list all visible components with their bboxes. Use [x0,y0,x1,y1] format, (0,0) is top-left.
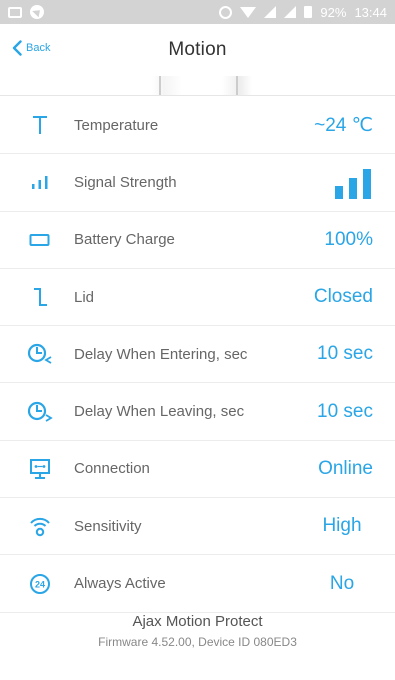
row-signal-strength: Signal Strength [0,154,395,212]
row-delay-entering: Delay When Entering, sec 10 sec [0,326,395,384]
always-active-icon: 24 [30,573,50,594]
row-value-always-active: No [329,572,355,594]
row-delay-leaving: Delay When Leaving, sec 10 sec [0,383,395,441]
row-lid: Lid Closed [0,269,395,327]
row-connection: Connection Online [0,441,395,499]
row-sensitivity: Sensitivity High [0,498,395,556]
row-value-delay-leaving: 10 sec [317,400,373,422]
device-info-list: Temperature ~24 ℃ Signal Strength Batter… [0,97,395,613]
sensitivity-icon [30,518,50,537]
battery-percent: 92% [320,4,347,20]
row-battery-charge: Battery Charge 100% [0,212,395,269]
page-title: Motion [168,39,227,60]
row-always-active: 24 Always Active No [0,555,395,613]
device-image [0,76,395,96]
delay-entering-icon [27,344,52,365]
back-label: Back [26,42,51,54]
cell-signal-icon [264,6,277,18]
screenshot-icon [8,6,22,18]
header: Back Motion [0,24,395,76]
alarm-icon [219,5,233,19]
back-button[interactable]: Back [12,40,50,56]
row-value-battery-charge: 100% [324,228,373,250]
device-firmware-info: Firmware 4.52.00, Device ID 080ED3 [98,635,297,649]
connection-icon [30,458,50,479]
chevron-left-icon [12,40,22,56]
row-value-delay-entering: 10 sec [317,343,373,365]
signal-strength-bars-icon [335,169,371,200]
device-footer: Ajax Motion Protect Firmware 4.52.00, De… [0,613,395,649]
device-name: Ajax Motion Protect [132,613,263,630]
delay-leaving-icon [27,401,53,422]
cell-signal-icon-2 [284,6,297,18]
svg-text:24: 24 [35,579,45,589]
temperature-icon [33,116,47,135]
status-bar: 92% 13:44 [0,0,395,24]
lid-icon [34,288,47,307]
row-temperature: Temperature ~24 ℃ [0,97,395,155]
battery-icon [29,233,50,246]
row-value-lid: Closed [313,286,373,308]
row-value-connection: Online [318,457,373,479]
navigation-icon [30,5,44,19]
wifi-icon [240,6,257,18]
signal-icon [32,176,48,190]
row-value-temperature: ~24 ℃ [314,114,373,136]
clock: 13:44 [354,4,387,20]
battery-status-icon [304,6,313,18]
row-value-sensitivity: High [322,515,362,537]
